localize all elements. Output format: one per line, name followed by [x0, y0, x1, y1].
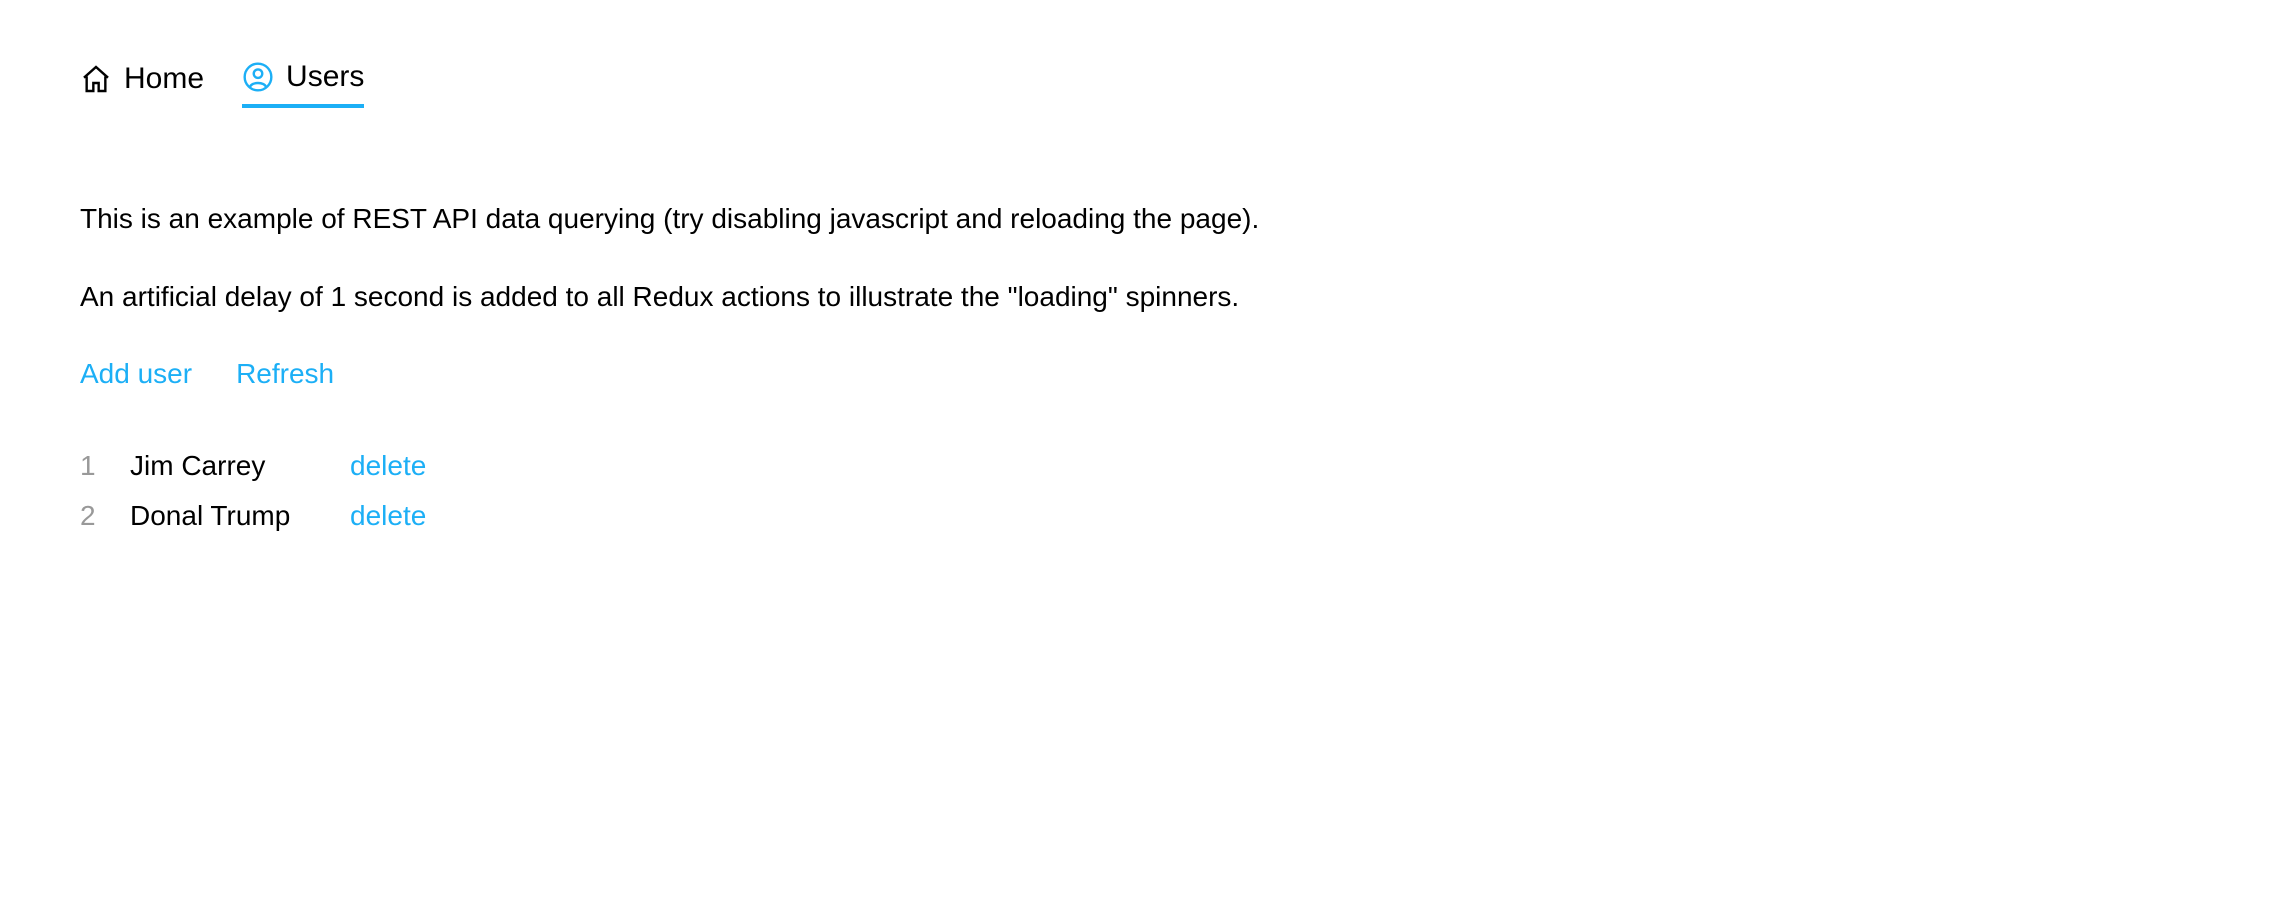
delete-button[interactable]: delete	[350, 450, 426, 482]
user-list: 1 Jim Carrey delete 2 Donal Trump delete	[80, 450, 2210, 532]
user-name: Donal Trump	[130, 500, 350, 532]
actions-bar: Add user Refresh	[80, 358, 2210, 390]
nav-item-users[interactable]: Users	[242, 60, 364, 108]
description-line2: An artificial delay of 1 second is added…	[80, 276, 2210, 318]
nav-item-users-label: Users	[286, 60, 364, 94]
user-row: 1 Jim Carrey delete	[80, 450, 2210, 482]
nav-item-home-label: Home	[124, 62, 204, 96]
delete-button[interactable]: delete	[350, 500, 426, 532]
user-row: 2 Donal Trump delete	[80, 500, 2210, 532]
nav-bar: Home Users	[80, 60, 2210, 108]
home-icon	[80, 63, 112, 95]
user-icon	[242, 61, 274, 93]
add-user-button[interactable]: Add user	[80, 358, 192, 390]
description-line1: This is an example of REST API data quer…	[80, 198, 2210, 240]
user-name: Jim Carrey	[130, 450, 350, 482]
user-id: 1	[80, 450, 130, 482]
user-id: 2	[80, 500, 130, 532]
refresh-button[interactable]: Refresh	[236, 358, 334, 390]
nav-item-home[interactable]: Home	[80, 60, 204, 108]
